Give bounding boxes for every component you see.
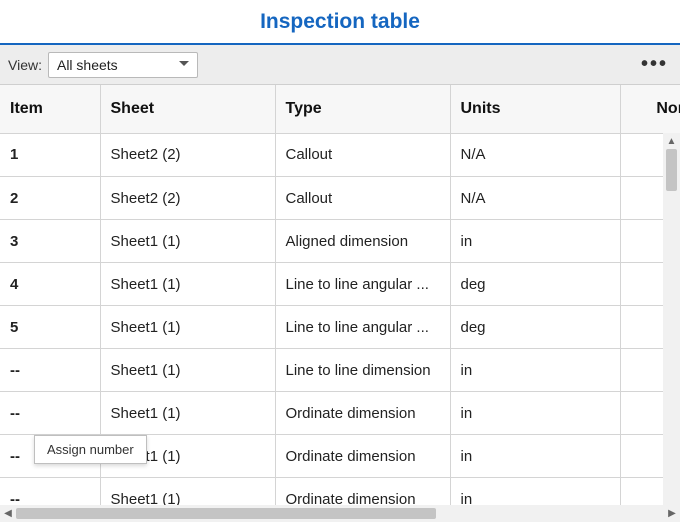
table-row[interactable]: --Sheet1 (1)Line to line dimensionin.33 [0, 349, 680, 392]
col-header-units[interactable]: Units [450, 85, 620, 133]
panel-title: Inspection table [0, 0, 680, 45]
cell-sheet: Sheet1 (1) [100, 220, 275, 263]
table-row[interactable]: 5Sheet1 (1)Line to line angular ...deg75… [0, 306, 680, 349]
cell-item: 4 [0, 263, 100, 306]
view-select-value: All sheets [57, 57, 118, 73]
cell-sheet: Sheet1 (1) [100, 349, 275, 392]
view-select[interactable]: All sheets [48, 52, 198, 78]
scroll-left-arrow-icon[interactable]: ◀ [0, 505, 16, 522]
table-header-wrap: Item Sheet Type Units Nominal [0, 85, 680, 134]
cell-units: N/A [450, 134, 620, 177]
more-menu-button[interactable]: ••• [641, 55, 668, 73]
cell-units: in [450, 392, 620, 435]
cell-sheet: Sheet1 (1) [100, 306, 275, 349]
horizontal-scrollbar[interactable]: ◀ ▶ [0, 505, 680, 522]
cell-item: -- [0, 349, 100, 392]
inspection-table-body: 1Sheet2 (2)CalloutN/A1.2Sheet2 (2)Callou… [0, 134, 680, 522]
table-body-wrap: 1Sheet2 (2)CalloutN/A1.2Sheet2 (2)Callou… [0, 134, 680, 522]
vertical-scrollbar[interactable]: ▲ [663, 133, 680, 522]
cell-item: 1 [0, 134, 100, 177]
cell-item: -- [0, 392, 100, 435]
cell-type: Callout [275, 134, 450, 177]
table-area: Item Sheet Type Units Nominal 1Sheet2 (2… [0, 85, 680, 522]
vertical-scroll-thumb[interactable] [666, 149, 677, 191]
inspection-panel: Inspection table View: All sheets ••• It… [0, 0, 680, 522]
col-header-nominal[interactable]: Nominal [620, 85, 680, 133]
cell-sheet: Sheet2 (2) [100, 177, 275, 220]
cell-units: deg [450, 263, 620, 306]
table-row[interactable]: --Sheet1 (1)Ordinate dimensionin.23 [0, 435, 680, 478]
cell-item: 5 [0, 306, 100, 349]
cell-units: in [450, 435, 620, 478]
scroll-right-arrow-icon[interactable]: ▶ [664, 505, 680, 522]
cell-type: Line to line dimension [275, 349, 450, 392]
scroll-up-arrow-icon[interactable]: ▲ [663, 133, 680, 149]
horizontal-scroll-track[interactable] [16, 505, 664, 522]
cell-sheet: Sheet1 (1) [100, 263, 275, 306]
cell-sheet: Sheet1 (1) [100, 392, 275, 435]
cell-item: 2 [0, 177, 100, 220]
col-header-item[interactable]: Item [0, 85, 100, 133]
table-row[interactable]: 2Sheet2 (2)CalloutN/A2. [0, 177, 680, 220]
cell-type: Ordinate dimension [275, 392, 450, 435]
view-label: View: [8, 57, 42, 73]
cell-units: in [450, 220, 620, 263]
table-row[interactable]: --Sheet1 (1)Ordinate dimensionin.00 [0, 392, 680, 435]
cell-type: Ordinate dimension [275, 435, 450, 478]
cell-units: N/A [450, 177, 620, 220]
chevron-down-icon [177, 57, 191, 71]
cell-item: 3 [0, 220, 100, 263]
col-header-sheet[interactable]: Sheet [100, 85, 275, 133]
cell-units: in [450, 349, 620, 392]
inspection-table-header: Item Sheet Type Units Nominal [0, 85, 680, 134]
col-header-type[interactable]: Type [275, 85, 450, 133]
cell-sheet: Sheet2 (2) [100, 134, 275, 177]
cell-units: deg [450, 306, 620, 349]
cell-sheet: Sheet1 (1) [100, 435, 275, 478]
cell-item: -- [0, 435, 100, 478]
table-row[interactable]: 3Sheet1 (1)Aligned dimensionin.89 [0, 220, 680, 263]
table-row[interactable]: 1Sheet2 (2)CalloutN/A1. [0, 134, 680, 177]
toolbar: View: All sheets ••• [0, 45, 680, 85]
horizontal-scroll-thumb[interactable] [16, 508, 436, 519]
table-row[interactable]: 4Sheet1 (1)Line to line angular ...deg32… [0, 263, 680, 306]
cell-type: Aligned dimension [275, 220, 450, 263]
cell-type: Callout [275, 177, 450, 220]
cell-type: Line to line angular ... [275, 306, 450, 349]
cell-type: Line to line angular ... [275, 263, 450, 306]
